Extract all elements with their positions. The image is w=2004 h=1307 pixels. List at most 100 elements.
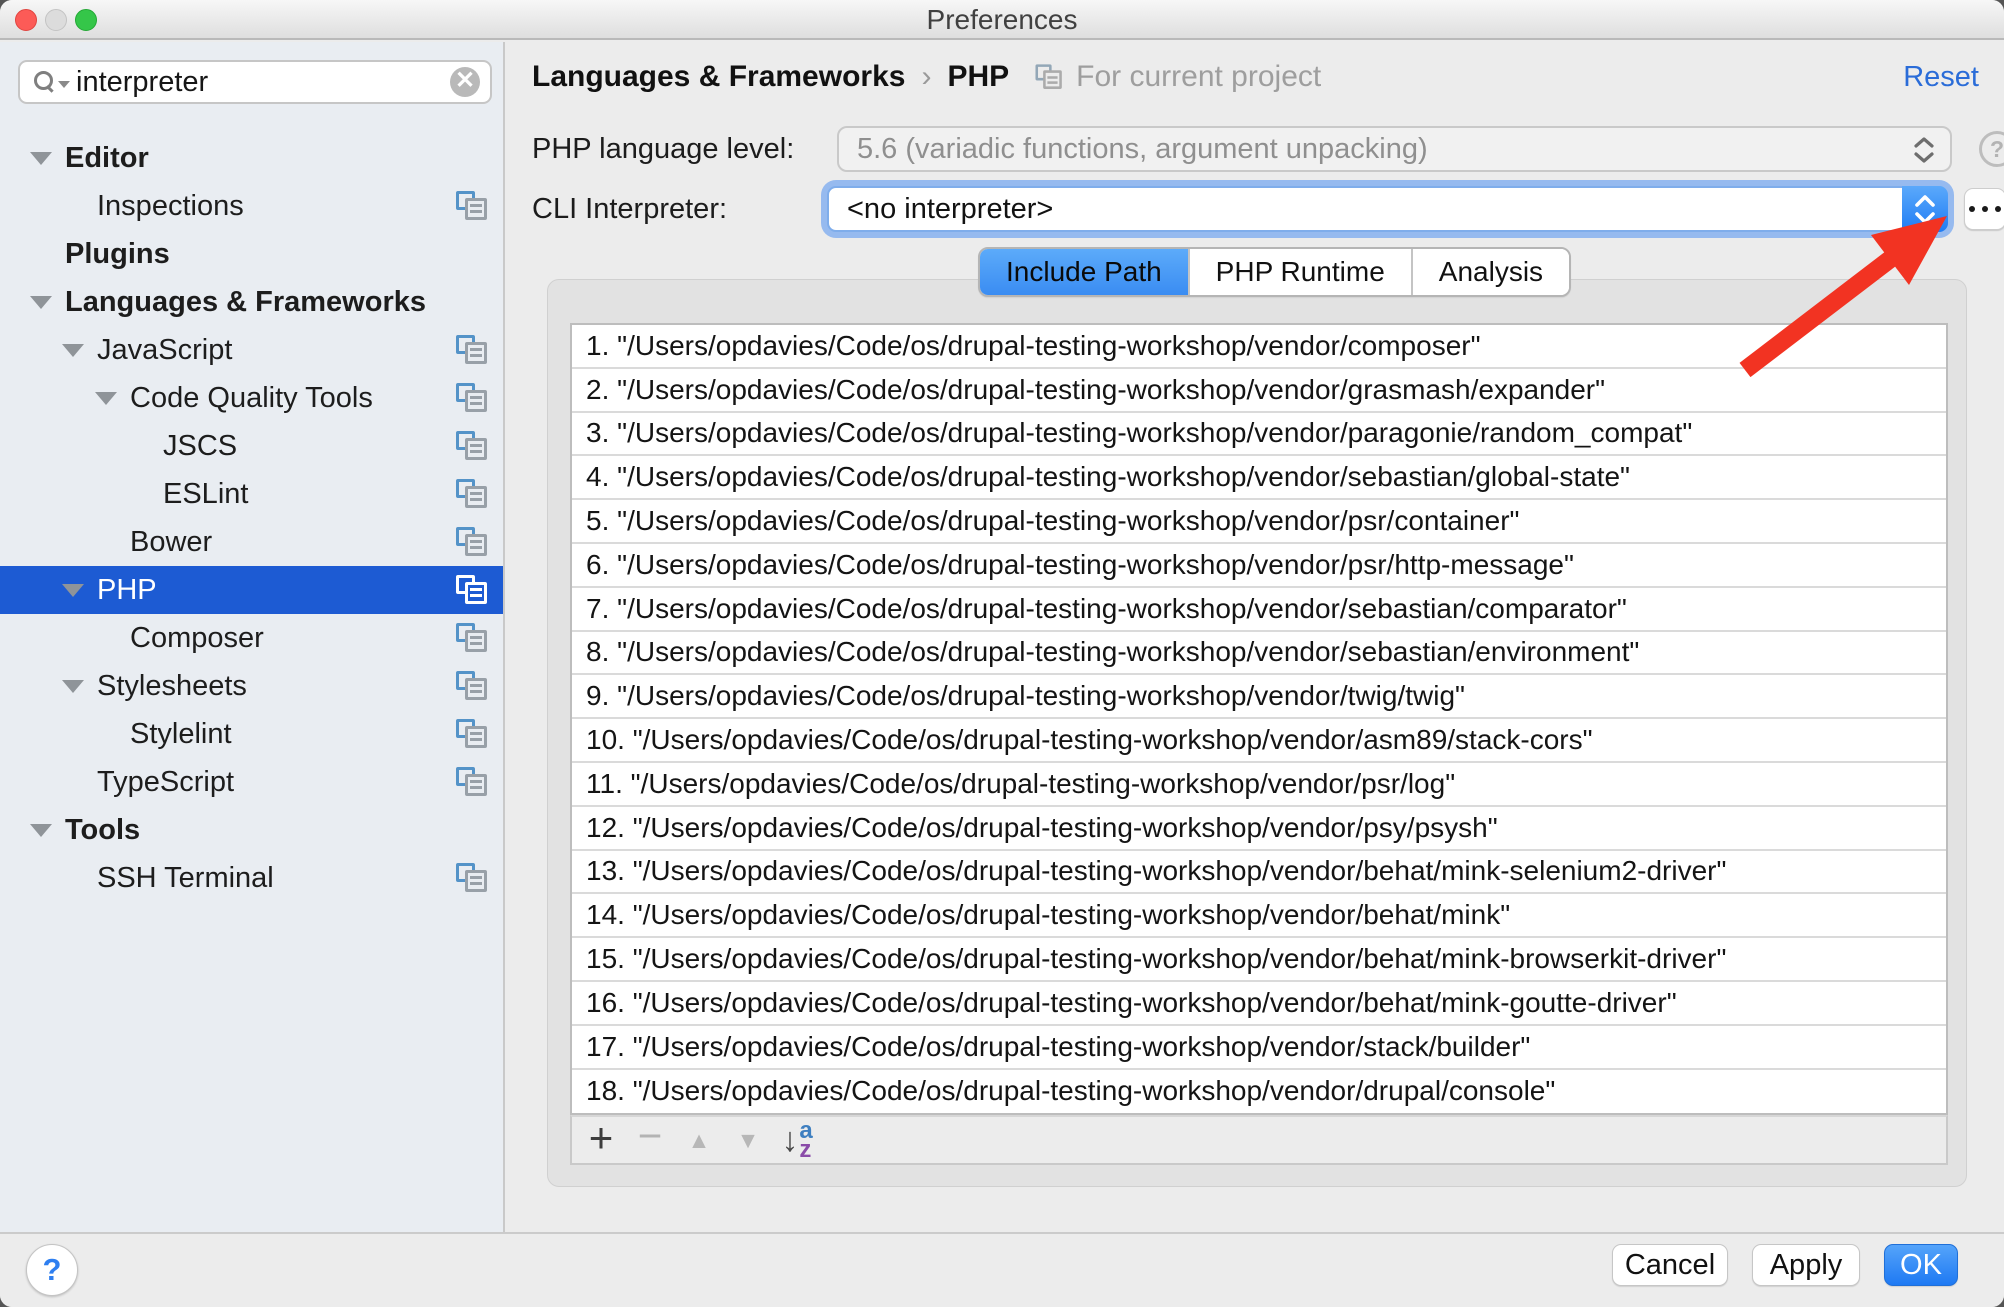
disclosure-triangle-icon[interactable] bbox=[62, 344, 97, 357]
disclosure-triangle-icon[interactable] bbox=[95, 536, 130, 549]
settings-search-field[interactable]: interpreter ✕ bbox=[18, 60, 492, 104]
include-path-row[interactable]: 6. "/Users/opdavies/Code/os/drupal-testi… bbox=[572, 544, 1946, 588]
disclosure-triangle-icon[interactable] bbox=[30, 824, 65, 837]
sidebar-item-editor[interactable]: Editor bbox=[0, 134, 503, 182]
sidebar-item-languages-frameworks[interactable]: Languages & Frameworks bbox=[0, 278, 503, 326]
disclosure-triangle-icon[interactable] bbox=[128, 440, 163, 453]
disclosure-triangle-icon[interactable] bbox=[62, 200, 97, 213]
disclosure-triangle-icon[interactable] bbox=[62, 680, 97, 693]
apply-button[interactable]: Apply bbox=[1752, 1244, 1860, 1286]
reset-link[interactable]: Reset bbox=[1903, 61, 1979, 94]
tree-item-label: Editor bbox=[65, 142, 149, 175]
disclosure-triangle-icon[interactable] bbox=[95, 392, 130, 405]
breadcrumb: Languages & Frameworks › PHP For current… bbox=[532, 54, 1979, 100]
include-path-row[interactable]: 10. "/Users/opdavies/Code/os/drupal-test… bbox=[572, 719, 1946, 763]
cli-interpreter-label: CLI Interpreter: bbox=[532, 193, 727, 226]
language-level-help-icon[interactable]: ? bbox=[1979, 131, 2004, 167]
titlebar: Preferences bbox=[0, 0, 2004, 40]
help-button[interactable]: ? bbox=[26, 1244, 78, 1296]
search-options-caret-icon[interactable] bbox=[58, 81, 70, 88]
settings-content: Languages & Frameworks › PHP For current… bbox=[507, 42, 2004, 1232]
tree-item-label: Inspections bbox=[97, 190, 244, 223]
dropdown-stepper-icon[interactable] bbox=[1906, 131, 1942, 169]
include-path-row[interactable]: 17. "/Users/opdavies/Code/os/drupal-test… bbox=[572, 1026, 1946, 1070]
breadcrumb-current: PHP bbox=[947, 60, 1009, 94]
disclosure-triangle-icon[interactable] bbox=[95, 632, 130, 645]
sidebar-item-code-quality-tools[interactable]: Code Quality Tools bbox=[0, 374, 503, 422]
language-level-label: PHP language level: bbox=[532, 133, 794, 166]
per-project-copy-icon bbox=[1036, 64, 1064, 90]
cancel-button[interactable]: Cancel bbox=[1612, 1244, 1728, 1286]
tree-item-label: Bower bbox=[130, 526, 212, 559]
sidebar-item-bower[interactable]: Bower bbox=[0, 518, 503, 566]
per-project-copy-icon bbox=[456, 863, 489, 894]
disclosure-triangle-icon[interactable] bbox=[128, 488, 163, 501]
sidebar-item-tools[interactable]: Tools bbox=[0, 806, 503, 854]
tab-analysis[interactable]: Analysis bbox=[1411, 249, 1569, 295]
disclosure-triangle-icon[interactable] bbox=[62, 776, 97, 789]
breadcrumb-parent[interactable]: Languages & Frameworks bbox=[532, 60, 905, 94]
language-level-dropdown[interactable]: 5.6 (variadic functions, argument unpack… bbox=[837, 126, 1952, 172]
tree-item-label: Languages & Frameworks bbox=[65, 286, 426, 319]
include-path-row[interactable]: 2. "/Users/opdavies/Code/os/drupal-testi… bbox=[572, 369, 1946, 413]
language-level-row: PHP language level: 5.6 (variadic functi… bbox=[532, 126, 1979, 172]
disclosure-triangle-icon[interactable] bbox=[30, 152, 65, 165]
cli-interpreter-value: <no interpreter> bbox=[847, 193, 1053, 226]
include-path-row[interactable]: 5. "/Users/opdavies/Code/os/drupal-testi… bbox=[572, 500, 1946, 544]
tab-include-path[interactable]: Include Path bbox=[980, 249, 1188, 295]
include-path-row[interactable]: 14. "/Users/opdavies/Code/os/drupal-test… bbox=[572, 894, 1946, 938]
include-path-row[interactable]: 18. "/Users/opdavies/Code/os/drupal-test… bbox=[572, 1070, 1946, 1114]
tree-item-label: PHP bbox=[97, 574, 157, 607]
sidebar-item-stylelint[interactable]: Stylelint bbox=[0, 710, 503, 758]
cli-interpreter-combobox[interactable]: <no interpreter> bbox=[827, 186, 1948, 232]
add-path-icon[interactable]: + bbox=[578, 1115, 624, 1161]
scope-label: For current project bbox=[1076, 60, 1321, 94]
move-down-icon[interactable]: ▼ bbox=[725, 1117, 771, 1163]
preferences-window: Preferences interpreter ✕ Editor Inspect… bbox=[0, 0, 2004, 1307]
sidebar-item-stylesheets[interactable]: Stylesheets bbox=[0, 662, 503, 710]
sidebar-item-inspections[interactable]: Inspections bbox=[0, 182, 503, 230]
per-project-copy-icon bbox=[456, 767, 489, 798]
tree-item-label: SSH Terminal bbox=[97, 862, 274, 895]
disclosure-triangle-icon[interactable] bbox=[30, 296, 65, 309]
sidebar-item-ssh-terminal[interactable]: SSH Terminal bbox=[0, 854, 503, 902]
scope-indicator: For current project bbox=[1033, 60, 1321, 94]
disclosure-triangle-icon[interactable] bbox=[62, 584, 97, 597]
clear-search-icon[interactable]: ✕ bbox=[450, 67, 480, 97]
window-title: Preferences bbox=[0, 0, 2004, 40]
include-path-row[interactable]: 16. "/Users/opdavies/Code/os/drupal-test… bbox=[572, 982, 1946, 1026]
tab-php-runtime[interactable]: PHP Runtime bbox=[1188, 249, 1411, 295]
sidebar-item-typescript[interactable]: TypeScript bbox=[0, 758, 503, 806]
include-path-panel: 1. "/Users/opdavies/Code/os/drupal-testi… bbox=[547, 279, 1967, 1187]
disclosure-triangle-icon[interactable] bbox=[30, 248, 65, 261]
breadcrumb-separator: › bbox=[921, 60, 931, 94]
include-path-row[interactable]: 11. "/Users/opdavies/Code/os/drupal-test… bbox=[572, 763, 1946, 807]
include-path-row[interactable]: 1. "/Users/opdavies/Code/os/drupal-testi… bbox=[572, 325, 1946, 369]
include-path-row[interactable]: 7. "/Users/opdavies/Code/os/drupal-testi… bbox=[572, 588, 1946, 632]
disclosure-triangle-icon[interactable] bbox=[62, 872, 97, 885]
include-path-row[interactable]: 8. "/Users/opdavies/Code/os/drupal-testi… bbox=[572, 632, 1946, 676]
combobox-stepper-icon[interactable] bbox=[1902, 186, 1948, 232]
include-path-row[interactable]: 12. "/Users/opdavies/Code/os/drupal-test… bbox=[572, 807, 1946, 851]
sidebar-item-composer[interactable]: Composer bbox=[0, 614, 503, 662]
sidebar-item-jscs[interactable]: JSCS bbox=[0, 422, 503, 470]
sort-alphabetically-icon[interactable]: ↓ a z bbox=[774, 1117, 820, 1163]
include-path-row[interactable]: 13. "/Users/opdavies/Code/os/drupal-test… bbox=[572, 851, 1946, 895]
ok-button[interactable]: OK bbox=[1884, 1244, 1958, 1286]
sidebar-item-eslint[interactable]: ESLint bbox=[0, 470, 503, 518]
browse-interpreters-button[interactable] bbox=[1964, 188, 2004, 230]
per-project-copy-icon bbox=[456, 671, 489, 702]
disclosure-triangle-icon[interactable] bbox=[95, 728, 130, 741]
move-up-icon[interactable]: ▲ bbox=[676, 1117, 722, 1163]
include-path-row[interactable]: 15. "/Users/opdavies/Code/os/drupal-test… bbox=[572, 938, 1946, 982]
settings-sidebar: interpreter ✕ Editor Inspections Plugins… bbox=[0, 42, 505, 1232]
search-input-value[interactable]: interpreter bbox=[76, 66, 450, 99]
sidebar-item-plugins[interactable]: Plugins bbox=[0, 230, 503, 278]
tree-item-label: JSCS bbox=[163, 430, 237, 463]
include-path-row[interactable]: 4. "/Users/opdavies/Code/os/drupal-testi… bbox=[572, 456, 1946, 500]
sidebar-item-php[interactable]: PHP bbox=[0, 566, 503, 614]
remove-path-icon[interactable]: − bbox=[627, 1113, 673, 1159]
include-path-row[interactable]: 3. "/Users/opdavies/Code/os/drupal-testi… bbox=[572, 413, 1946, 457]
sidebar-item-javascript[interactable]: JavaScript bbox=[0, 326, 503, 374]
include-path-row[interactable]: 9. "/Users/opdavies/Code/os/drupal-testi… bbox=[572, 675, 1946, 719]
